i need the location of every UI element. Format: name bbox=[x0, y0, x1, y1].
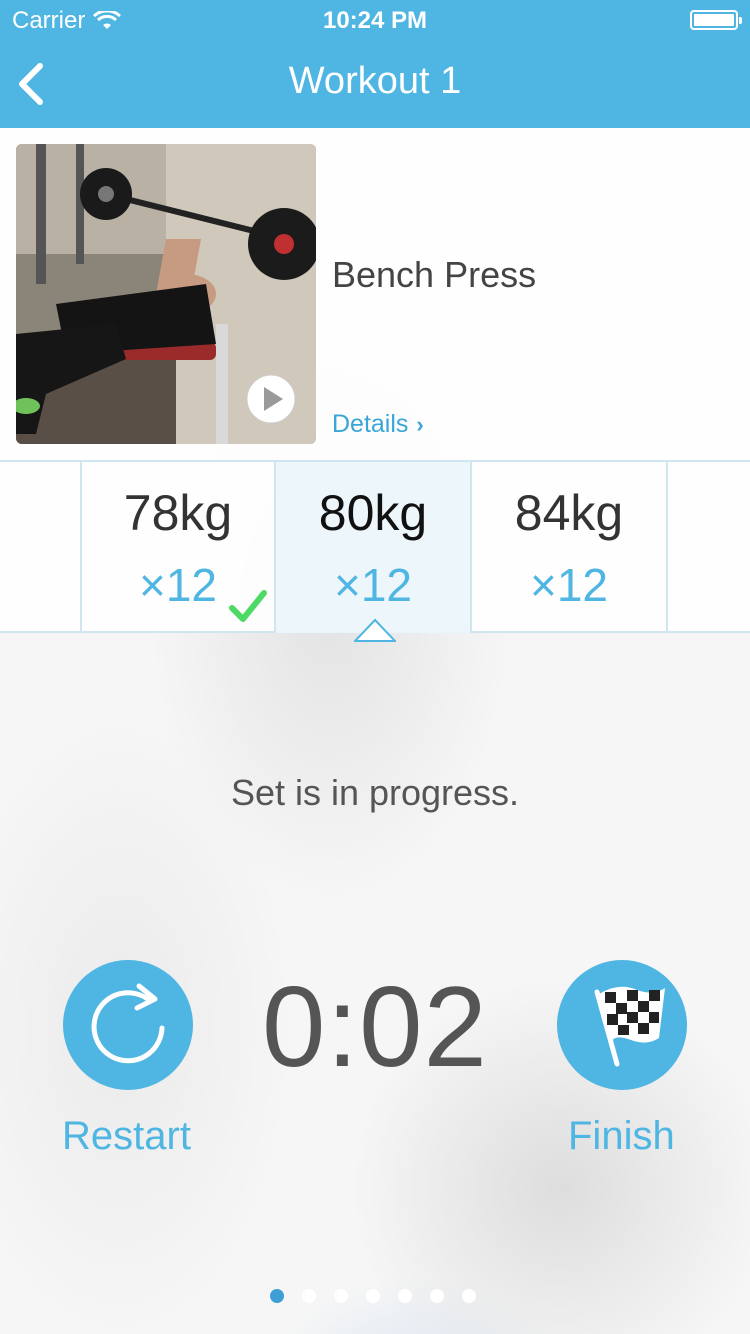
page-dot[interactable] bbox=[302, 1289, 316, 1303]
page-dot[interactable] bbox=[398, 1289, 412, 1303]
status-time: 10:24 PM bbox=[322, 7, 428, 34]
set-reps: ×12 bbox=[529, 559, 609, 611]
sets-carousel[interactable]: 78kg ×12 80kg ×12 84kg ×12 bbox=[0, 460, 750, 633]
finish-label[interactable]: Finish bbox=[568, 1114, 675, 1159]
set-weight: 80kg bbox=[318, 485, 428, 541]
page-dot[interactable] bbox=[462, 1289, 476, 1303]
play-icon[interactable] bbox=[246, 374, 296, 424]
restart-label[interactable]: Restart bbox=[62, 1114, 191, 1159]
set-reps: ×12 bbox=[333, 559, 413, 611]
set-timer: 0:02 bbox=[262, 964, 488, 1091]
exercise-header: Bench Press Details › bbox=[0, 128, 750, 460]
current-set-indicator-icon bbox=[354, 618, 396, 642]
page-dot[interactable] bbox=[270, 1289, 284, 1303]
details-label: Details bbox=[332, 410, 409, 438]
set-cell[interactable]: 84kg ×12 bbox=[472, 462, 668, 633]
checkered-flag-icon bbox=[594, 986, 665, 1067]
restart-icon bbox=[91, 983, 165, 1064]
set-cell-current[interactable]: 80kg ×12 bbox=[276, 462, 472, 633]
battery-icon bbox=[690, 10, 742, 30]
restart-button[interactable] bbox=[63, 960, 193, 1090]
page-title: Workout 1 bbox=[288, 60, 462, 102]
finish-button[interactable] bbox=[557, 960, 687, 1090]
checkmark-icon bbox=[229, 590, 267, 622]
page-dot[interactable] bbox=[334, 1289, 348, 1303]
exercise-name: Bench Press bbox=[332, 254, 537, 295]
chevron-right-icon: › bbox=[416, 411, 424, 437]
details-link[interactable]: Details › bbox=[332, 410, 424, 439]
page-dot[interactable] bbox=[366, 1289, 380, 1303]
page-indicator[interactable] bbox=[270, 1289, 476, 1303]
set-weight: 78kg bbox=[123, 485, 233, 541]
set-status-text: Set is in progress. bbox=[230, 772, 520, 813]
set-cell-previous-edge bbox=[0, 462, 82, 633]
status-bar: Carrier 10:24 PM bbox=[0, 0, 750, 40]
set-cell-next-edge bbox=[668, 462, 750, 633]
navigation-bar: Workout 1 bbox=[0, 40, 750, 128]
page-dot[interactable] bbox=[430, 1289, 444, 1303]
set-weight: 84kg bbox=[514, 485, 624, 541]
